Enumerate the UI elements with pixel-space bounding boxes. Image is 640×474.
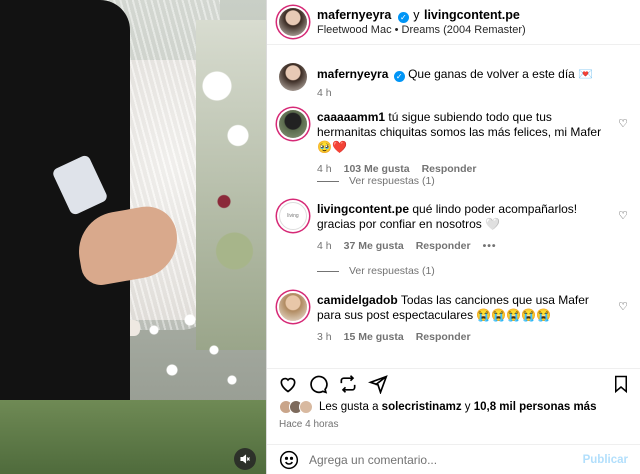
action-bar [267,368,640,396]
post-header: mafernyeyra ✓ y livingcontent.pe Fleetwo… [267,0,640,45]
reply-button[interactable]: Responder [416,331,471,343]
emoji-icon[interactable] [279,450,299,470]
comment-time[interactable]: 4 h [317,240,332,252]
comment-avatar[interactable]: living [279,202,307,230]
likes-joiner: y [464,401,471,413]
comment-avatar[interactable] [279,110,307,138]
author-avatar[interactable] [279,8,307,36]
white-blossoms [130,300,250,400]
comment-composer: Publicar [267,444,640,474]
reply-button[interactable]: Responder [416,240,471,252]
view-replies-label: Ver respuestas (1) [349,265,435,277]
comment-time[interactable]: 4 h [317,163,332,175]
publish-button[interactable]: Publicar [583,454,628,466]
liker-avatar [299,400,313,414]
likes-summary[interactable]: Les gusta a solecristinamz y 10,8 mil pe… [279,400,596,414]
post-timestamp[interactable]: Hace 4 horas [279,419,338,430]
comment-username[interactable]: camidelgadob [317,293,398,307]
save-bookmark-icon[interactable] [610,373,632,395]
comment-username[interactable]: livingcontent.pe [317,202,409,216]
repost-icon[interactable] [337,373,359,395]
collab-username[interactable]: livingcontent.pe [424,8,520,22]
like-heart-icon[interactable] [277,373,299,395]
view-replies-label: Ver respuestas (1) [349,175,435,187]
grass [0,400,266,474]
caption: mafernyeyra ✓ Que ganas de volver a este… [279,63,628,99]
comment-username[interactable]: caaaaamm1 [317,110,385,124]
comment-likes[interactable]: 37 Me gusta [344,240,404,252]
comment-bubble-icon[interactable] [307,373,329,395]
reply-button[interactable]: Responder [422,163,477,175]
share-paper-plane-icon[interactable] [367,373,389,395]
caption-time[interactable]: 4 h [317,87,332,99]
like-comment-heart-icon[interactable]: ♡ [618,117,628,130]
avatar-logo-text: living [287,213,299,219]
verified-badge-icon: ✓ [397,11,409,23]
view-replies[interactable]: Ver respuestas (1) [317,265,435,277]
caption-text: Que ganas de volver a este día 💌 [408,67,594,81]
caption-username[interactable]: mafernyeyra [317,67,388,81]
liker-username[interactable]: solecristinamz [382,401,462,413]
like-comment-heart-icon[interactable]: ♡ [618,209,628,222]
replies-divider [317,270,339,272]
likes-count[interactable]: 10,8 mil personas más [474,401,597,413]
comment-likes[interactable]: 103 Me gusta [344,163,410,175]
more-options-icon[interactable]: ••• [483,240,497,252]
comment-item: living livingcontent.pe qué lindo poder … [279,202,628,252]
view-replies[interactable]: Ver respuestas (1) [317,175,435,187]
comment-avatar[interactable] [279,293,307,321]
groom-suit [0,0,130,420]
comments-list: mafernyeyra ✓ Que ganas de volver a este… [267,55,640,355]
speaker-muted-icon [240,454,250,464]
comment-item: camidelgadob Todas las canciones que usa… [279,293,628,343]
replies-divider [317,180,339,182]
like-comment-heart-icon[interactable]: ♡ [618,300,628,313]
comment-time[interactable]: 3 h [317,331,332,343]
comment-input[interactable] [309,452,583,467]
audio-track[interactable]: Fleetwood Mac • Dreams (2004 Remaster) [317,23,526,38]
likes-prefix: Les gusta a [319,401,379,413]
post-video[interactable] [0,0,266,474]
verified-badge-icon: ✓ [393,71,405,82]
mute-button[interactable] [234,448,256,470]
header-joiner: y [413,7,420,22]
comment-item: caaaaamm1 tú sigue subiendo todo que tus… [279,110,628,175]
post-sidebar: mafernyeyra ✓ y livingcontent.pe Fleetwo… [266,0,640,474]
author-username[interactable]: mafernyeyra [317,8,391,22]
comment-likes[interactable]: 15 Me gusta [344,331,404,343]
caption-avatar[interactable] [279,63,307,91]
